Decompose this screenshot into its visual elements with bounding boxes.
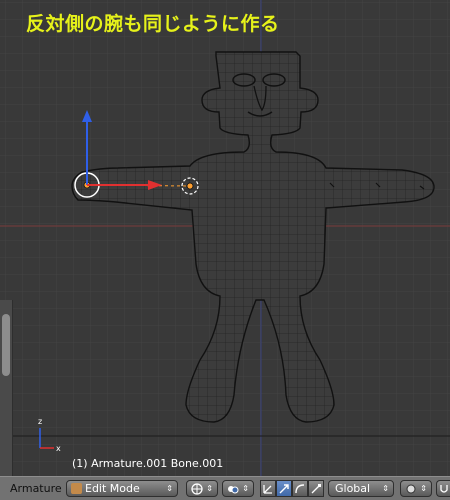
active-object-status: (1) Armature.001 Bone.001 (72, 457, 224, 470)
x-arrow-icon (148, 180, 162, 190)
snap-button[interactable] (436, 480, 450, 497)
pivot-point-button[interactable]: ⇕ (222, 480, 254, 497)
viewport-shading-button[interactable]: ⇕ (186, 480, 218, 497)
3d-viewport[interactable]: z x 反対側の腕も同じように作る (1) Armature.001 Bone.… (0, 0, 450, 476)
manipulator-icon (263, 485, 272, 494)
tutorial-caption: 反対側の腕も同じように作る (26, 13, 280, 35)
rotate-arc-icon (295, 484, 305, 494)
pivot-icon (228, 486, 239, 494)
scale-icon (311, 484, 321, 494)
layers-button[interactable]: ⇕ (400, 480, 432, 497)
edit-mode-icon (71, 483, 82, 494)
orientation-label: Global (335, 482, 371, 495)
svg-text:z: z (38, 417, 42, 426)
scale-manipulator-button[interactable] (308, 480, 324, 497)
updown-arrows-icon: ⇕ (166, 484, 173, 493)
mode-select[interactable]: Edit Mode ⇕ (66, 480, 178, 497)
magnet-icon (440, 485, 448, 493)
svg-text:x: x (56, 444, 61, 453)
sphere-shading-icon (191, 483, 203, 495)
updown-arrows-icon: ⇕ (382, 484, 389, 493)
translate-manipulator-button[interactable] (276, 480, 292, 497)
bone-overlay[interactable]: z x (0, 0, 450, 476)
transform-orientation-select[interactable]: Global ⇕ (328, 480, 394, 497)
scrollbar-thumb[interactable] (2, 314, 10, 376)
bone-tail (186, 182, 194, 190)
rotate-manipulator-button[interactable] (292, 480, 308, 497)
translate-arrow-icon (279, 484, 289, 494)
viewport-header: Armature Edit Mode ⇕ ⇕ ⇕ Global ⇕ ⇕ (0, 476, 450, 500)
layer-dot-icon (406, 484, 416, 494)
mode-select-label: Edit Mode (85, 482, 140, 495)
tool-shelf-strip[interactable] (0, 300, 13, 476)
manipulator-toggle-button[interactable] (260, 480, 276, 497)
z-arrow-icon (82, 110, 92, 122)
editor-label: Armature (10, 482, 62, 495)
